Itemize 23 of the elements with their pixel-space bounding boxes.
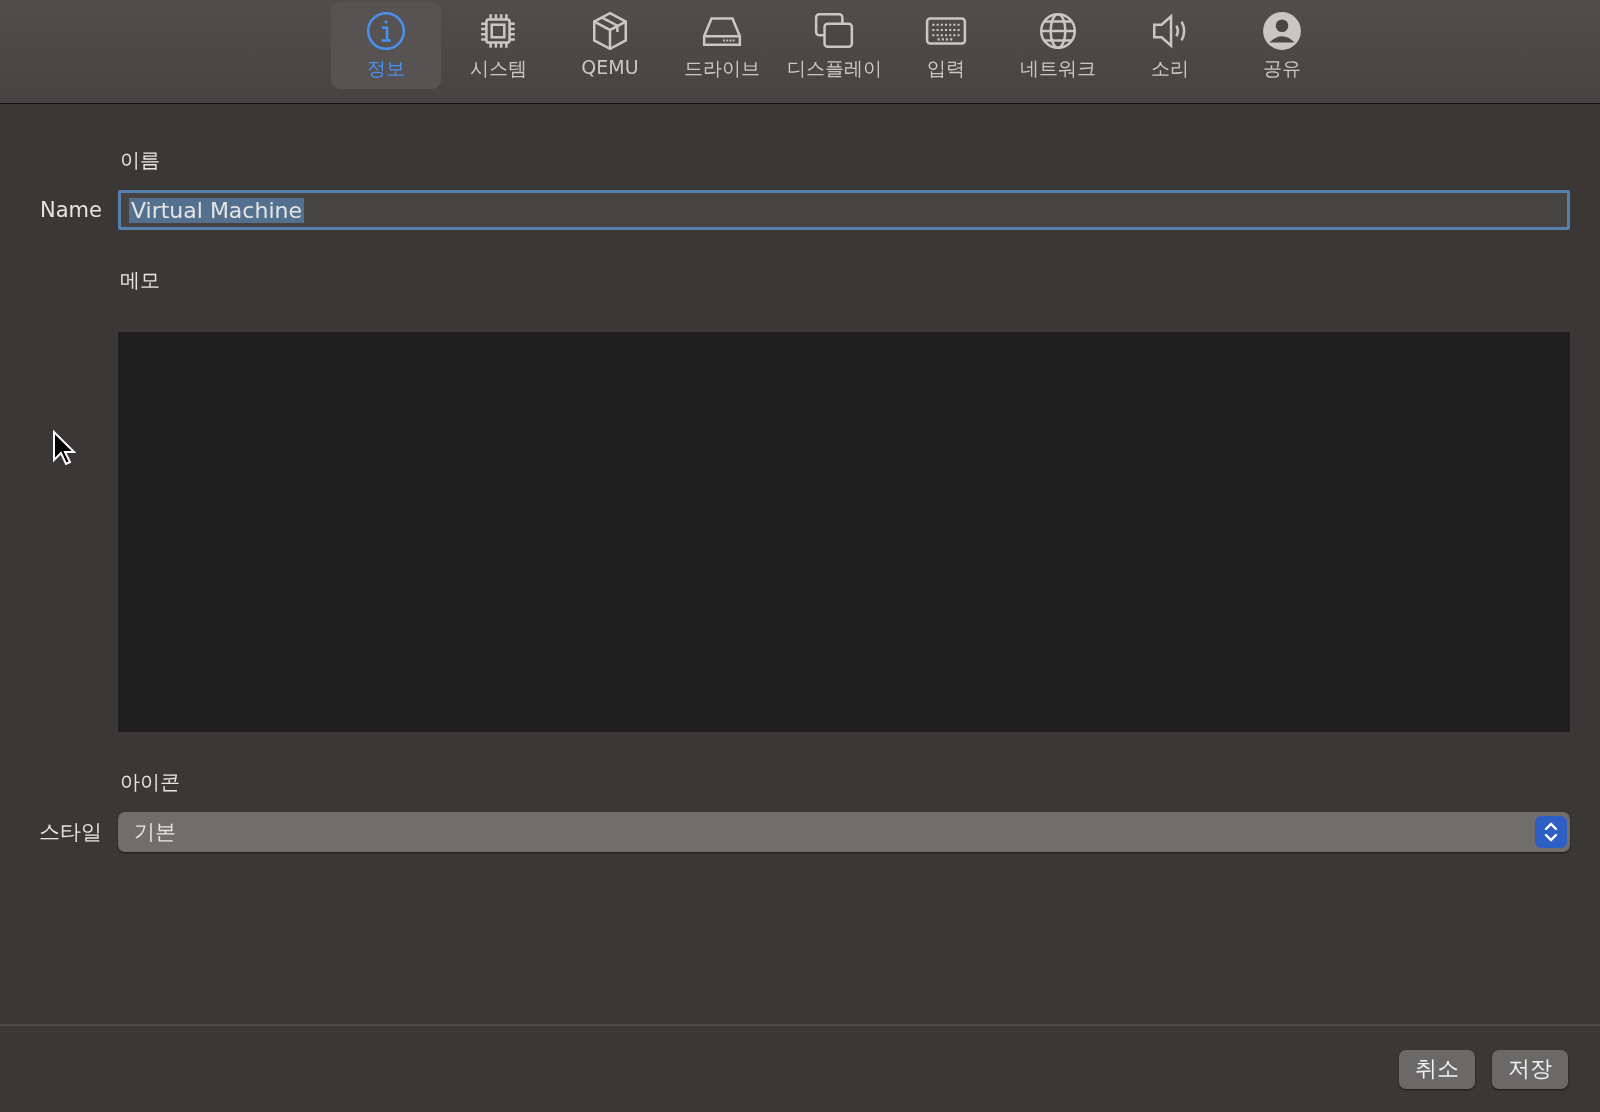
toolbar-tab[interactable]: 드라이브 xyxy=(667,2,777,89)
section-heading: 메모 xyxy=(120,267,160,294)
person-icon xyxy=(1261,10,1303,52)
dialog-button[interactable]: 저장 xyxy=(1492,1049,1568,1089)
toolbar-tab[interactable]: 소리 xyxy=(1115,2,1225,89)
field-label: 스타일 xyxy=(38,819,102,846)
field-label: Name xyxy=(39,198,102,222)
section-heading: 이름 xyxy=(120,147,160,174)
toolbar-tab[interactable]: QEMU xyxy=(555,2,665,89)
toolbar-tab[interactable]: 공유 xyxy=(1227,2,1337,89)
mouse-pointer-icon xyxy=(52,430,76,466)
toolbar-tab[interactable]: 디스플레이 xyxy=(779,2,889,89)
memo-text-area[interactable] xyxy=(118,332,1570,732)
style-dropdown[interactable]: 기본 xyxy=(118,812,1570,852)
globe-icon xyxy=(1037,10,1079,52)
toolbar-tab[interactable]: 시스템 xyxy=(443,2,553,89)
dialog-button[interactable]: 취소 xyxy=(1399,1049,1475,1089)
name-field[interactable]: Virtual Machine xyxy=(118,190,1570,230)
toolbar-tab[interactable]: 입력 xyxy=(891,2,1001,89)
info-icon xyxy=(365,10,407,52)
section-heading: 아이콘 xyxy=(120,769,180,796)
stepper-icon xyxy=(1535,816,1567,848)
toolbar-tab[interactable]: 네트워크 xyxy=(1003,2,1113,89)
